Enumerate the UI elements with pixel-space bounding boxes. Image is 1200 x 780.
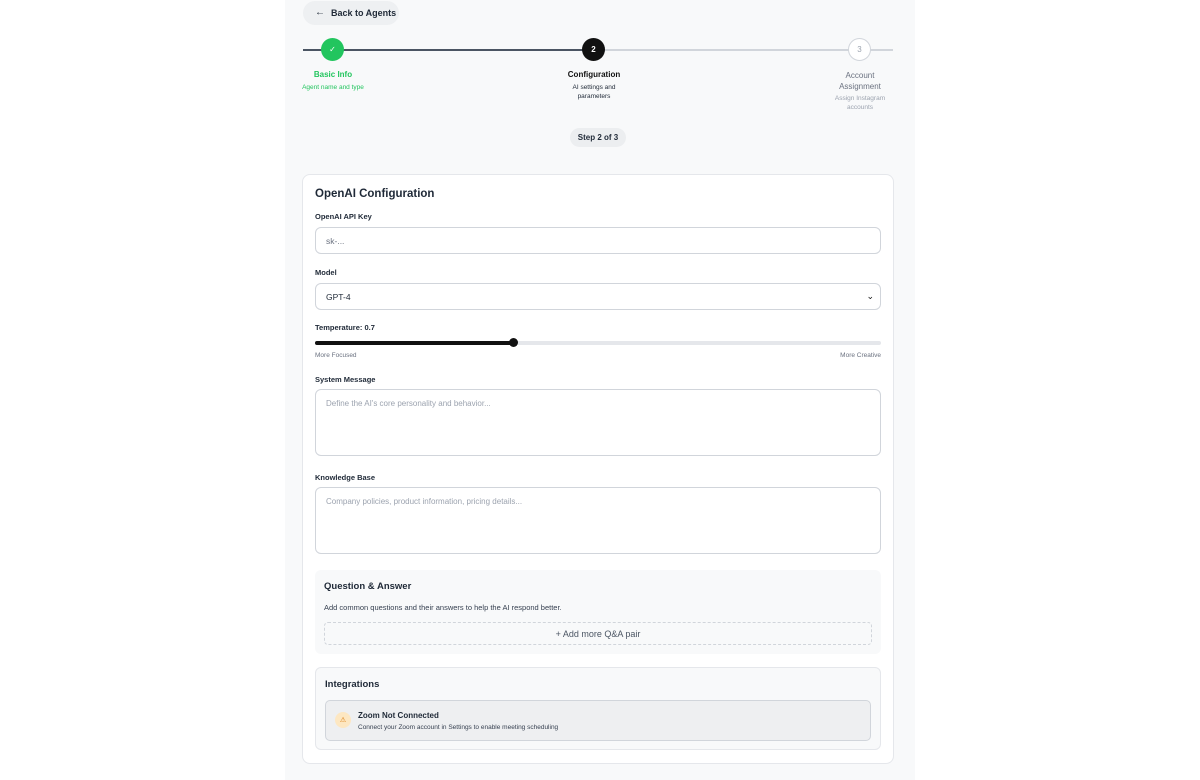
model-select[interactable]: GPT-4 ⌄ xyxy=(315,283,881,310)
slider-min-hint: More Focused xyxy=(315,352,357,359)
qa-title: Question & Answer xyxy=(324,581,412,592)
stepper-line-complete xyxy=(303,49,593,51)
temperature-slider[interactable] xyxy=(315,338,881,347)
step-3-subtitle: Assign Instagram accounts xyxy=(834,95,886,112)
knowledge-base-label: Knowledge Base xyxy=(315,473,376,482)
warning-icon: ⚠ xyxy=(335,712,351,728)
step-3-title: Account Assignment xyxy=(839,71,881,92)
step-3-circle[interactable]: 3 xyxy=(848,38,871,61)
zoom-status-alert xyxy=(325,700,871,741)
qa-description: Add common questions and their answers t… xyxy=(324,603,562,612)
api-key-label: OpenAI API Key xyxy=(315,212,372,221)
system-message-label: System Message xyxy=(315,375,376,384)
step-2-circle[interactable]: 2 xyxy=(582,38,605,61)
system-message-textarea[interactable]: Define the AI's core personality and beh… xyxy=(315,389,881,456)
integrations-title: Integrations xyxy=(325,679,380,690)
add-qa-pair-button[interactable]: + Add more Q&A pair xyxy=(324,622,872,645)
back-to-agents-button[interactable]: ← Back to Agents xyxy=(303,1,399,25)
card-title: OpenAI Configuration xyxy=(315,188,435,200)
chevron-down-icon: ⌄ xyxy=(866,291,874,301)
temperature-label: Temperature: 0.7 xyxy=(315,323,375,332)
step-2-subtitle: AI settings and parameters xyxy=(572,84,616,101)
temperature-slider-fill xyxy=(315,341,514,345)
step-2-title: Configuration xyxy=(567,70,621,79)
step-1-check-icon[interactable]: ✓ xyxy=(321,38,344,61)
slider-max-hint: More Creative xyxy=(840,352,881,359)
zoom-status-title: Zoom Not Connected xyxy=(358,711,439,720)
api-key-input[interactable]: sk-... xyxy=(315,227,881,254)
zoom-status-description: Connect your Zoom account in Settings to… xyxy=(358,724,559,731)
knowledge-base-textarea[interactable]: Company policies, product information, p… xyxy=(315,487,881,554)
back-button-label: Back to Agents xyxy=(331,8,397,18)
model-label: Model xyxy=(315,268,337,277)
step-1-subtitle: Agent name and type xyxy=(302,84,364,91)
arrow-left-icon: ← xyxy=(315,7,325,18)
step-1-title: Basic Info xyxy=(313,70,353,79)
model-select-value: GPT-4 xyxy=(326,291,351,302)
step-progress-badge: Step 2 of 3 xyxy=(570,128,626,147)
